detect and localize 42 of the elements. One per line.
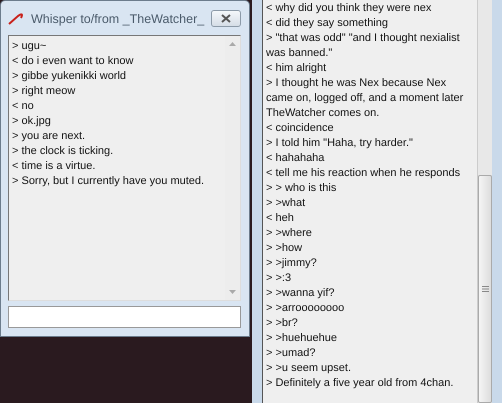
chat-message: > >how [266, 241, 304, 256]
chat-message: > >arroooooooo [266, 301, 346, 316]
chat-message: > I thought he was Nex because Nex came on, logged off, and a moment later TheWatcher comes on. [266, 76, 464, 121]
grip-icon [482, 286, 488, 292]
chat-message: < heh [266, 211, 295, 226]
chat-message: > I told him "Haha, try harder." [266, 136, 414, 151]
chat-message: > right meow [12, 84, 76, 99]
chat-message: > ok.jpg [12, 114, 52, 129]
chat-message: < tell me his reaction when he responds [266, 166, 462, 181]
scroll-up-arrow-icon[interactable] [229, 42, 236, 46]
chat-message: > >umad? [266, 346, 317, 361]
chat-message: > >u seem upset. [266, 361, 352, 376]
window-title: Whisper to/from _TheWatcher_ [31, 12, 206, 26]
close-button[interactable] [211, 10, 241, 27]
chat-message: < no [12, 99, 35, 114]
message-input-field[interactable] [8, 306, 241, 328]
chat-message: > >br? [266, 316, 299, 331]
chat-message: > >:3 [266, 271, 292, 286]
chat-message: > the clock is ticking. [12, 144, 114, 159]
chat-message: < hahahaha [266, 151, 326, 166]
chat-message: > >wanna yif? [266, 286, 336, 301]
hook-icon [8, 12, 26, 26]
chat-message: < him alright [266, 61, 328, 76]
chat-message: < time is a virtue. [12, 159, 96, 174]
chat-message: > >where [266, 226, 313, 241]
chat-message: > Definitely a five year old from 4chan. [266, 376, 454, 391]
chat-message: > >what [266, 196, 306, 211]
chat-message: > gibbe yukenikki world [12, 69, 128, 84]
chat-message: > ugu~ [12, 39, 48, 54]
chat-message: < coincidence [266, 121, 335, 136]
chat-message: < did they say something [266, 16, 389, 31]
chat-message: > >jimmy? [266, 256, 318, 271]
chat-message: < do i even want to know [12, 54, 134, 69]
chat-message: > > who is this [266, 181, 338, 196]
scrollbar-thumb[interactable] [478, 175, 492, 403]
chat-message: > "that was odd" "and I thought nexialist was banned." [266, 31, 461, 61]
scroll-down-arrow-icon[interactable] [229, 290, 236, 294]
chat-message: < why did you think they were nex [266, 1, 432, 16]
chat-message: > you are next. [12, 129, 86, 144]
chat-message: > Sorry, but I currently have you muted. [12, 174, 206, 189]
close-icon [221, 14, 231, 23]
chat-message: > >huehuehue [266, 331, 338, 346]
